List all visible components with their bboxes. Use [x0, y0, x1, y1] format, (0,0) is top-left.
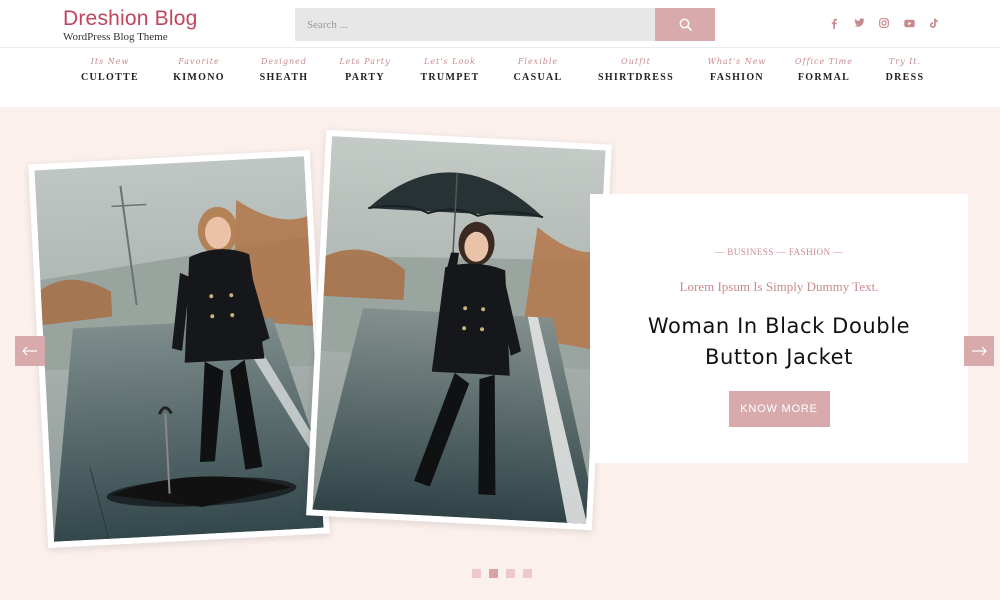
slider-pagination	[472, 569, 532, 578]
hero-slider: — BUSINESS — FASHION — Lorem Ipsum Is Si…	[0, 107, 1000, 600]
slider-next-button[interactable]	[964, 336, 994, 366]
slide-categories[interactable]: — BUSINESS — FASHION —	[590, 247, 968, 257]
menu-item-sheath[interactable]: Designed SHEATH	[260, 57, 309, 84]
menu-item-sublabel: Designed	[261, 57, 307, 66]
instagram-icon[interactable]	[876, 15, 892, 31]
slider-dot[interactable]	[506, 569, 515, 578]
menu-item-sublabel: Outfit	[621, 57, 651, 66]
slide-photo-umbrella-held	[306, 129, 612, 531]
site-tagline: WordPress Blog Theme	[63, 31, 168, 43]
menu-item-sublabel: Try It.	[888, 57, 922, 66]
menu-item-sublabel: Office Time	[794, 57, 854, 66]
menu-item-label[interactable]: FASHION	[708, 72, 767, 84]
menu-item-sublabel: Lets Party	[339, 57, 391, 66]
tiktok-icon[interactable]	[926, 15, 942, 31]
twitter-icon[interactable]	[851, 15, 867, 31]
search-icon	[679, 18, 692, 31]
slide-content-card: — BUSINESS — FASHION — Lorem Ipsum Is Si…	[590, 194, 968, 463]
menu-item-label[interactable]: PARTY	[339, 72, 390, 84]
menu-item-label[interactable]: CASUAL	[514, 72, 563, 84]
site-brand[interactable]: Dreshion Blog WordPress Blog Theme	[63, 6, 198, 44]
know-more-button[interactable]: KNOW MORE	[728, 391, 830, 427]
search-form	[295, 8, 715, 41]
menu-item-label[interactable]: SHIRTDRESS	[598, 72, 674, 84]
menu-item-formal[interactable]: Office Time FORMAL	[795, 57, 853, 84]
menu-item-label[interactable]: CULOTTE	[81, 72, 139, 84]
menu-item-sublabel: Flexible	[517, 57, 559, 66]
menu-item-label[interactable]: SHEATH	[260, 72, 309, 84]
slider-dot[interactable]	[523, 569, 532, 578]
main-navigation: Its New CULOTTE Favorite KIMONO Designed…	[0, 49, 1000, 107]
menu-item-casual[interactable]: Flexible CASUAL	[514, 57, 563, 84]
arrow-right-icon	[972, 346, 987, 356]
menu-item-culotte[interactable]: Its New CULOTTE	[81, 57, 139, 84]
menu-item-dress[interactable]: Try It. DRESS	[886, 57, 925, 84]
menu-item-label[interactable]: KIMONO	[173, 72, 225, 84]
youtube-icon[interactable]	[901, 15, 917, 31]
slide-title[interactable]: Woman In Black Double Button Jacket	[629, 311, 929, 373]
menu-item-sublabel: What's New	[707, 57, 767, 66]
facebook-icon[interactable]	[826, 15, 842, 31]
slider-dot-active[interactable]	[489, 569, 498, 578]
menu-item-party[interactable]: Lets Party PARTY	[339, 57, 390, 84]
menu-item-fashion[interactable]: What's New FASHION	[708, 57, 767, 84]
slide-subtitle: Lorem Ipsum Is Simply Dummy Text.	[679, 279, 879, 294]
slider-prev-button[interactable]	[15, 336, 45, 366]
slider-dot[interactable]	[472, 569, 481, 578]
menu-item-sublabel: Its New	[90, 57, 130, 66]
slide-photo-umbrella-ground	[28, 149, 330, 549]
search-input[interactable]	[295, 8, 655, 41]
search-button[interactable]	[655, 8, 715, 41]
menu-item-trumpet[interactable]: Let's Look TRUMPET	[420, 57, 479, 84]
arrow-left-icon	[22, 346, 37, 356]
menu-item-kimono[interactable]: Favorite KIMONO	[173, 57, 225, 84]
site-header: Dreshion Blog WordPress Blog Theme	[0, 0, 1000, 48]
social-links	[826, 15, 942, 31]
site-title[interactable]: Dreshion Blog	[63, 6, 198, 31]
menu-item-sublabel: Let's Look	[424, 57, 476, 66]
menu-item-label[interactable]: DRESS	[886, 72, 925, 84]
menu-item-label[interactable]: TRUMPET	[420, 72, 479, 84]
menu-item-label[interactable]: FORMAL	[795, 72, 853, 84]
menu-item-sublabel: Favorite	[178, 57, 220, 66]
menu-item-shirtdress[interactable]: Outfit SHIRTDRESS	[598, 57, 674, 84]
